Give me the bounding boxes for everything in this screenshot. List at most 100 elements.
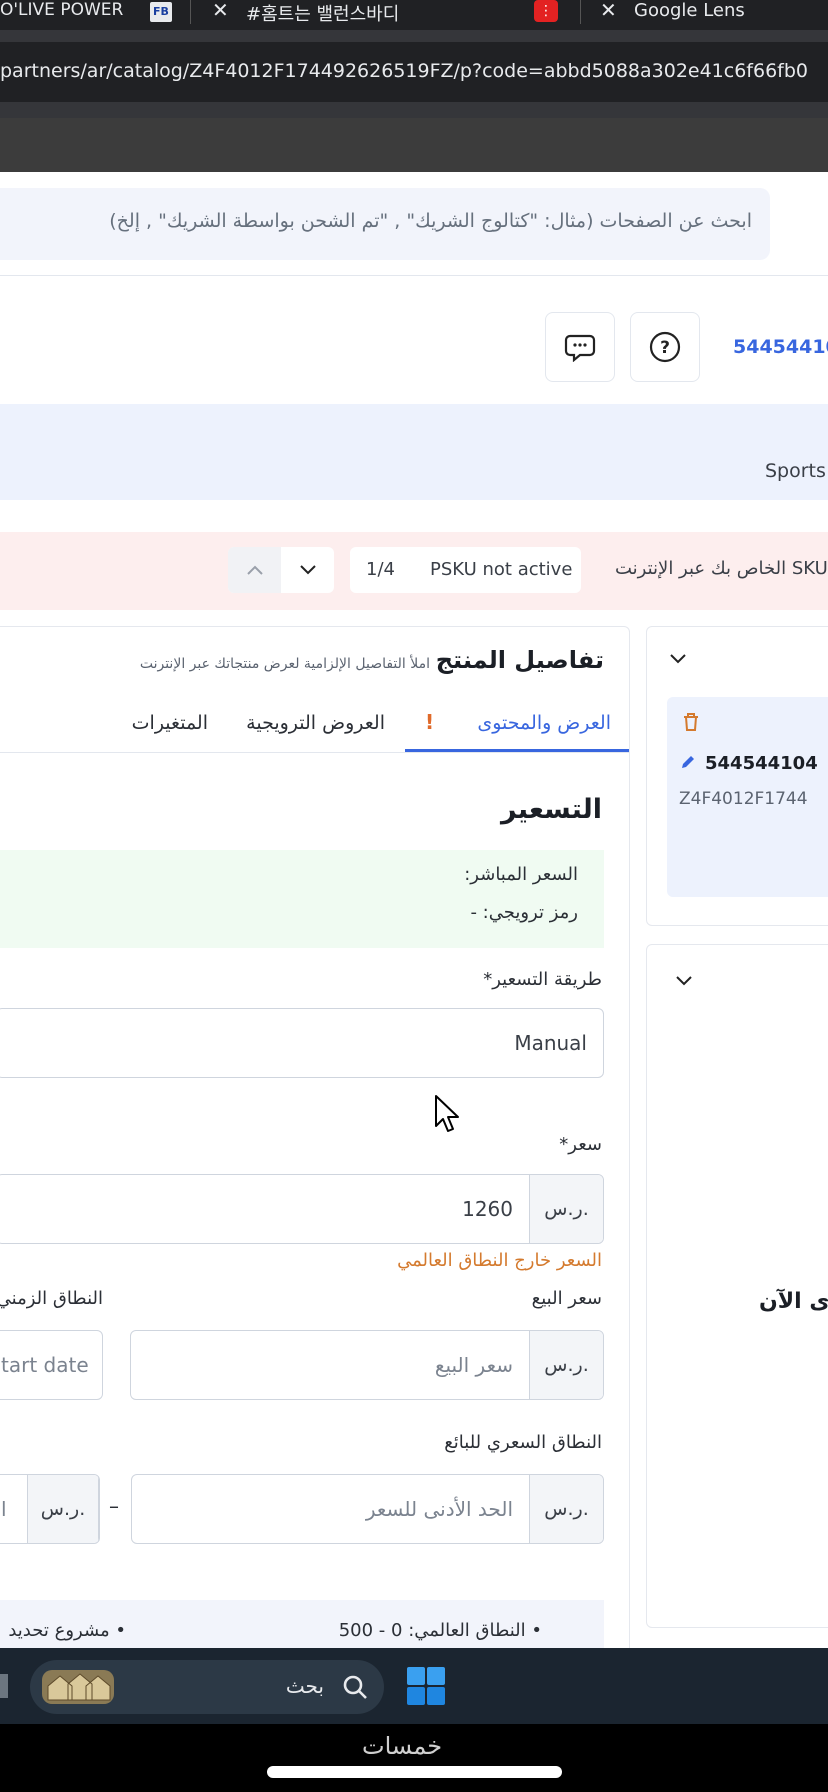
currency-label: ر.س. bbox=[40, 1498, 86, 1520]
max-price-input[interactable]: ر.س. ا bbox=[0, 1474, 100, 1544]
mobile-bottom-bar: خمسات bbox=[0, 1724, 828, 1792]
pricing-heading: التسعير bbox=[501, 794, 602, 825]
psku-alert: SKU الخاص بك عبر الإنترنت 1/4 PSKU not a… bbox=[0, 532, 828, 610]
bullet-text: مشروع تحديد bbox=[8, 1620, 110, 1641]
url-text: partners/ar/catalog/Z4F4012F174492626519… bbox=[0, 60, 809, 82]
tab-label: العرض والمحتوى bbox=[477, 712, 611, 734]
currency-label: ر.س. bbox=[544, 1498, 589, 1520]
pricing-method-select[interactable]: Manual bbox=[0, 1008, 604, 1078]
sale-price-input[interactable]: ر.س. سعر البيع bbox=[130, 1330, 604, 1400]
taskbar-edge bbox=[0, 1674, 8, 1698]
side-code-text: Z4F4012F1744 bbox=[679, 789, 808, 809]
page-search-input[interactable]: ابحث عن الصفحات (مثال: "كتالوج الشريك" ,… bbox=[0, 188, 770, 260]
sku-side-card: 544544104 Z4F4012F1744 bbox=[646, 626, 828, 926]
psku-nav bbox=[228, 547, 334, 593]
taskbar-search-label: بحث bbox=[285, 1674, 324, 1698]
chevron-down-icon bbox=[299, 565, 316, 575]
price-label: سعر* bbox=[559, 1134, 602, 1155]
chevron-up-icon bbox=[246, 565, 263, 575]
warning-icon: ! bbox=[425, 710, 435, 734]
range-bullet-project: • مشروع تحديد bbox=[8, 1620, 126, 1641]
tab-label: O'LIVE POWER bbox=[0, 0, 124, 20]
currency-prefix: ر.س. bbox=[529, 1331, 603, 1399]
currency-label: ر.س. bbox=[544, 1198, 589, 1220]
sku-variant-box[interactable]: 544544104 Z4F4012F1744 bbox=[667, 697, 828, 897]
close-tab-icon[interactable]: ✕ bbox=[600, 0, 617, 22]
price-value: 1260 bbox=[462, 1197, 513, 1221]
bullet-text: النطاق العالمي: 0 - 500 bbox=[338, 1620, 526, 1641]
category-text: Sports bbox=[765, 460, 826, 482]
sale-price-label: سعر البيع bbox=[531, 1288, 602, 1309]
windows-start-icon[interactable] bbox=[406, 1666, 446, 1706]
range-info-box: • النطاق العالمي: 0 - 500 • مشروع تحديد bbox=[0, 1600, 604, 1648]
page-content: ابحث عن الصفحات (مثال: "كتالوج الشريك" ,… bbox=[0, 172, 828, 1648]
psku-status: PSKU not active bbox=[430, 559, 573, 580]
chevron-down-icon[interactable] bbox=[675, 975, 693, 987]
date-range-label: النطاق الزمني bbox=[0, 1288, 103, 1309]
divider bbox=[0, 275, 828, 276]
bookmarks-bar bbox=[0, 118, 828, 172]
product-details-subtitle: املأ التفاصيل الإلزامية لعرض منتجاتك عبر… bbox=[139, 656, 430, 672]
next-psku-button[interactable] bbox=[281, 547, 334, 593]
price-input[interactable]: ر.س. 1260 bbox=[0, 1174, 604, 1244]
tab-divider bbox=[190, 0, 191, 24]
alert-text: SKU الخاص بك عبر الإنترنت bbox=[615, 558, 828, 579]
svg-text:?: ? bbox=[660, 338, 670, 358]
product-details-title: تفاصيل المنتج bbox=[435, 646, 604, 674]
promo-code-label: رمز ترويجي: - bbox=[470, 902, 578, 923]
browser-tab-bar: O'LIVE POWER FB ✕ #홈트는 밸런스바디 ⋮ ✕ Google … bbox=[0, 0, 828, 30]
facebook-badge-icon: FB bbox=[150, 2, 172, 22]
category-banner: Sports bbox=[0, 404, 828, 500]
chevron-down-icon[interactable] bbox=[669, 653, 687, 665]
psku-status-box: 1/4 PSKU not active bbox=[350, 547, 581, 593]
tab-balance-body[interactable]: #홈트는 밸런스바디 bbox=[246, 0, 399, 26]
address-bar[interactable]: partners/ar/catalog/Z4F4012F174492626519… bbox=[0, 42, 828, 102]
mouse-cursor-icon bbox=[435, 1095, 459, 1132]
start-date-placeholder: tart date bbox=[1, 1353, 89, 1377]
pricing-method-value: Manual bbox=[514, 1031, 587, 1055]
search-icon bbox=[343, 1675, 367, 1699]
min-price-input[interactable]: ر.س. الحد الأدنى للسعر bbox=[131, 1474, 604, 1544]
tab-divider bbox=[580, 0, 581, 24]
sku-link[interactable]: 544544104 bbox=[733, 336, 828, 358]
tab-olive-power[interactable]: O'LIVE POWER bbox=[0, 0, 123, 20]
psku-counter: 1/4 bbox=[366, 559, 395, 580]
pricing-method-label: طريقة التسعير* bbox=[483, 969, 602, 990]
help-button[interactable]: ? bbox=[630, 312, 700, 382]
home-indicator[interactable] bbox=[267, 1766, 562, 1778]
price-error-text: السعر خارج النطاق العالمي bbox=[397, 1250, 602, 1271]
os-taskbar: بحث bbox=[0, 1648, 828, 1724]
start-date-input[interactable]: tart date bbox=[0, 1330, 103, 1400]
tab-variants[interactable]: المتغيرات bbox=[132, 712, 208, 734]
side-now-label: ى الآن bbox=[759, 1289, 828, 1314]
tab-label: Google Lens bbox=[634, 0, 745, 21]
chat-button[interactable] bbox=[545, 312, 615, 382]
help-icon: ? bbox=[649, 331, 681, 363]
currency-prefix: ر.س. bbox=[27, 1475, 99, 1543]
tab-label: #홈트는 밸런스바디 bbox=[246, 4, 400, 25]
tab-google-lens[interactable]: Google Lens bbox=[634, 0, 745, 21]
edit-icon[interactable] bbox=[679, 753, 697, 771]
tab-display-content[interactable]: العرض والمحتوى ! bbox=[405, 704, 629, 752]
tab-promotions[interactable]: العروض الترويجية bbox=[246, 712, 385, 734]
seller-range-label: النطاق السعري للبائع bbox=[444, 1432, 602, 1453]
max-price-placeholder: ا bbox=[1, 1497, 7, 1521]
youtube-icon: ⋮ bbox=[534, 0, 558, 22]
range-bullet-global: • النطاق العالمي: 0 - 500 bbox=[338, 1620, 542, 1641]
close-tab-icon[interactable]: ✕ bbox=[212, 0, 229, 22]
sale-price-placeholder: سعر البيع bbox=[434, 1353, 513, 1377]
watermark-text: خمسات bbox=[362, 1732, 443, 1760]
chat-icon bbox=[564, 334, 596, 362]
tabs-divider bbox=[0, 752, 630, 753]
currency-label: ر.س. bbox=[544, 1354, 589, 1376]
house-icon bbox=[47, 1673, 111, 1701]
taskbar-search[interactable]: بحث bbox=[30, 1660, 384, 1714]
min-price-placeholder: الحد الأدنى للسعر bbox=[365, 1497, 513, 1521]
delete-icon[interactable] bbox=[681, 711, 701, 733]
prev-psku-button[interactable] bbox=[228, 547, 281, 593]
side-info-card: ى الآن bbox=[646, 944, 828, 1628]
live-price-label: السعر المباشر: bbox=[464, 864, 578, 885]
range-dash: – bbox=[109, 1494, 119, 1518]
search-highlight-image bbox=[42, 1670, 114, 1704]
search-placeholder: ابحث عن الصفحات (مثال: "كتالوج الشريك" ,… bbox=[109, 210, 752, 232]
